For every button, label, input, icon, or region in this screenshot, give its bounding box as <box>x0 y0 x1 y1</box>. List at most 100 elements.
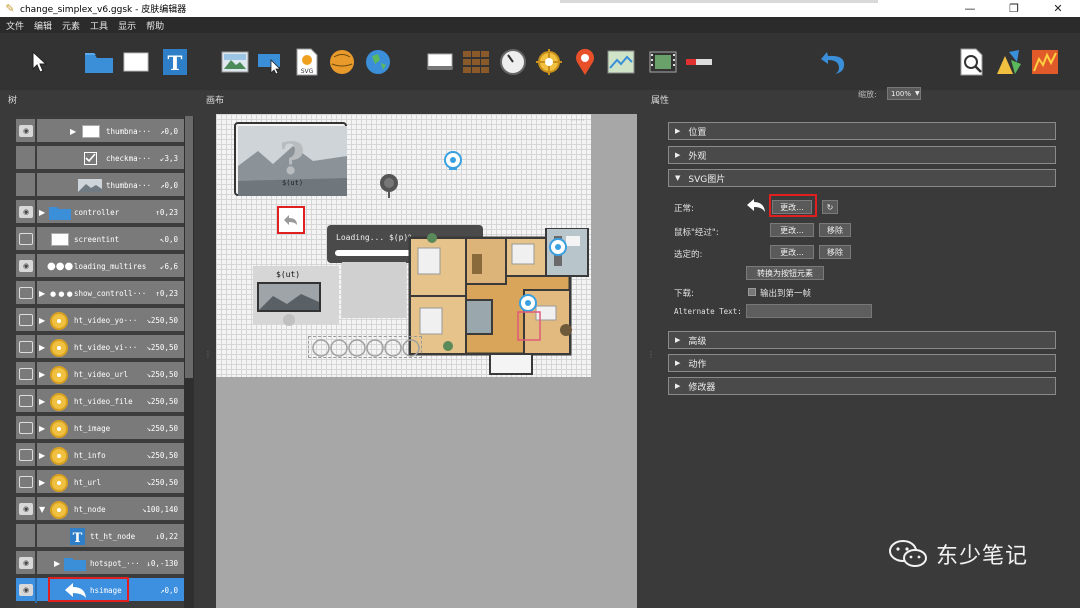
thumbnail-element[interactable]: ? $(ut) <box>234 122 347 196</box>
visibility-icon[interactable] <box>19 314 33 326</box>
expand-arrow-icon[interactable]: ▶ <box>39 288 47 298</box>
collapse-arrow-icon[interactable]: ▼ <box>39 504 47 514</box>
close-button[interactable]: ✕ <box>1036 0 1080 17</box>
tree-row[interactable]: thumbna··· ↗0,0 <box>16 173 184 198</box>
skin-canvas[interactable]: ? $(ut) Loading... $(p)% $(ut) ⋯⋯ <box>216 114 591 377</box>
tree-row[interactable]: ◉ ●●● loading_multires ↙6,6 <box>16 254 184 279</box>
expand-arrow-icon[interactable]: ▶ <box>39 423 47 433</box>
tree-row[interactable]: ▶ ht_url ↘250,50 <box>16 470 184 495</box>
map-tool-icon[interactable] <box>606 47 636 77</box>
left-splitter-handle[interactable]: ⋮ <box>204 350 212 360</box>
visibility-icon[interactable]: ◉ <box>19 260 33 272</box>
visibility-icon[interactable] <box>19 395 33 407</box>
expand-arrow-icon[interactable]: ▶ <box>54 558 62 568</box>
expand-arrow-icon[interactable]: ▶ <box>39 207 47 217</box>
section-advanced[interactable]: ▶ 高级 <box>668 331 1056 349</box>
visibility-icon[interactable] <box>19 476 33 488</box>
map-globe-tool-icon[interactable] <box>363 47 393 77</box>
node-image-element[interactable]: $(ut) <box>253 266 339 326</box>
tree-row[interactable]: ◉ ▶ hotspot_··· ↓0,-130 <box>16 551 184 576</box>
visibility-icon[interactable]: ◉ <box>19 557 33 569</box>
pointer-tool-icon[interactable] <box>24 47 54 77</box>
container-tool-icon[interactable] <box>84 47 114 77</box>
hotspot-marker-icon[interactable] <box>442 150 464 174</box>
right-splitter-handle[interactable]: ⋮ <box>647 350 655 360</box>
visibility-icon[interactable] <box>19 449 33 461</box>
text-tool-icon[interactable]: T <box>160 47 190 77</box>
tree-row[interactable]: ◉ ▶ controller ↑0,23 <box>16 200 184 225</box>
video-tool-icon[interactable] <box>648 47 678 77</box>
section-position[interactable]: ▶ 位置 <box>668 122 1056 140</box>
menu-view[interactable]: 显示 <box>118 19 136 32</box>
visibility-icon[interactable] <box>19 287 33 299</box>
visibility-icon[interactable] <box>19 233 33 245</box>
compass-tool-icon[interactable] <box>498 47 528 77</box>
visibility-icon[interactable]: ◉ <box>19 584 33 596</box>
expand-arrow-icon[interactable]: ▶ <box>39 369 47 379</box>
alt-text-input[interactable] <box>746 304 872 318</box>
image-button-tool-icon[interactable] <box>256 47 286 77</box>
section-svg-image[interactable]: ▼ SVG图片 <box>668 169 1056 187</box>
undo-icon[interactable] <box>818 47 848 77</box>
hsimage-element[interactable] <box>277 206 305 234</box>
image-tool-icon[interactable] <box>220 47 250 77</box>
menu-element[interactable]: 元素 <box>62 19 80 32</box>
grey-panel-element[interactable] <box>342 262 406 318</box>
tree-row[interactable]: ▶ ht_video_yo··· ↘250,50 <box>16 308 184 333</box>
hotspot-tool-icon[interactable] <box>534 47 564 77</box>
tree-row[interactable]: ▶ ht_video_vi··· ↘250,50 <box>16 335 184 360</box>
tree-row[interactable]: checkma··· ↙3,3 <box>16 146 184 171</box>
visibility-icon[interactable] <box>19 341 33 353</box>
menu-tools[interactable]: 工具 <box>90 19 108 32</box>
hover-remove-button[interactable]: 移除 <box>819 223 851 237</box>
map-pin-tool-icon[interactable] <box>570 47 600 77</box>
globe-tool-icon[interactable] <box>327 47 357 77</box>
floor-plan-image[interactable] <box>406 227 589 376</box>
zoom-select[interactable]: 100% ▼ <box>887 87 921 100</box>
section-appearance[interactable]: ▶ 外观 <box>668 146 1056 164</box>
menu-help[interactable]: 帮助 <box>146 19 164 32</box>
menu-edit[interactable]: 编辑 <box>34 19 52 32</box>
expand-arrow-icon[interactable]: ▶ <box>39 342 47 352</box>
tree-scrollbar[interactable] <box>184 116 194 608</box>
paint-icon[interactable] <box>994 47 1024 77</box>
marker-icon[interactable] <box>378 172 400 198</box>
visibility-icon[interactable]: ◉ <box>19 503 33 515</box>
section-modifiers[interactable]: ▶ 修改器 <box>668 377 1056 395</box>
tree-row[interactable]: screentint ↖0,0 <box>16 227 184 252</box>
grid-tool-icon[interactable] <box>461 47 491 77</box>
expand-arrow-icon[interactable]: ▶ <box>39 315 47 325</box>
svg-tool-icon[interactable]: SVG <box>292 47 322 77</box>
menu-file[interactable]: 文件 <box>6 19 24 32</box>
hover-change-button[interactable]: 更改... <box>770 223 814 237</box>
expand-arrow-icon[interactable]: ▶ <box>39 450 47 460</box>
maximize-button[interactable]: ❐ <box>992 0 1036 17</box>
tree-row[interactable]: ◉ ▼ ht_node ↘100,140 <box>16 497 184 522</box>
expand-arrow-icon[interactable]: ▶ <box>70 126 78 136</box>
minimize-button[interactable]: — <box>948 0 992 17</box>
tree-row[interactable]: ▶ ht_video_file ↘250,50 <box>16 389 184 414</box>
tree-row[interactable]: ▶ ● ● ● show_controll··· ↑0,23 <box>16 281 184 306</box>
expand-arrow-icon[interactable]: ▶ <box>39 477 47 487</box>
visibility-icon[interactable] <box>19 368 33 380</box>
control-bar-element[interactable] <box>308 336 422 358</box>
visibility-icon[interactable]: ◉ <box>19 125 33 137</box>
convert-to-button-element[interactable]: 转换为按钮元素 <box>746 266 824 280</box>
tree-row[interactable]: ▶ ht_image ↘250,50 <box>16 416 184 441</box>
tree-row[interactable]: ◉ ▶ thumbna··· ↗0,0 <box>16 119 184 144</box>
selected-change-button[interactable]: 更改... <box>770 245 814 259</box>
tree-scrollbar-thumb[interactable] <box>185 116 193 378</box>
section-actions[interactable]: ▶ 动作 <box>668 354 1056 372</box>
tree-row[interactable]: T tt_ht_node ↓0,22 <box>16 524 184 549</box>
tree-row[interactable]: ▶ ht_video_url ↘250,50 <box>16 362 184 387</box>
tree-row[interactable]: ▶ ht_info ↘250,50 <box>16 443 184 468</box>
expand-arrow-icon[interactable]: ▶ <box>39 396 47 406</box>
chart-icon[interactable] <box>1030 47 1060 77</box>
visibility-icon[interactable] <box>19 422 33 434</box>
find-icon[interactable] <box>958 47 988 77</box>
slider-tool-icon[interactable] <box>684 47 714 77</box>
visibility-icon[interactable]: ◉ <box>19 206 33 218</box>
canvas-area[interactable]: ? $(ut) Loading... $(p)% $(ut) ⋯⋯ <box>216 114 637 608</box>
selected-remove-button[interactable]: 移除 <box>819 245 851 259</box>
screen-tool-icon[interactable] <box>425 47 455 77</box>
